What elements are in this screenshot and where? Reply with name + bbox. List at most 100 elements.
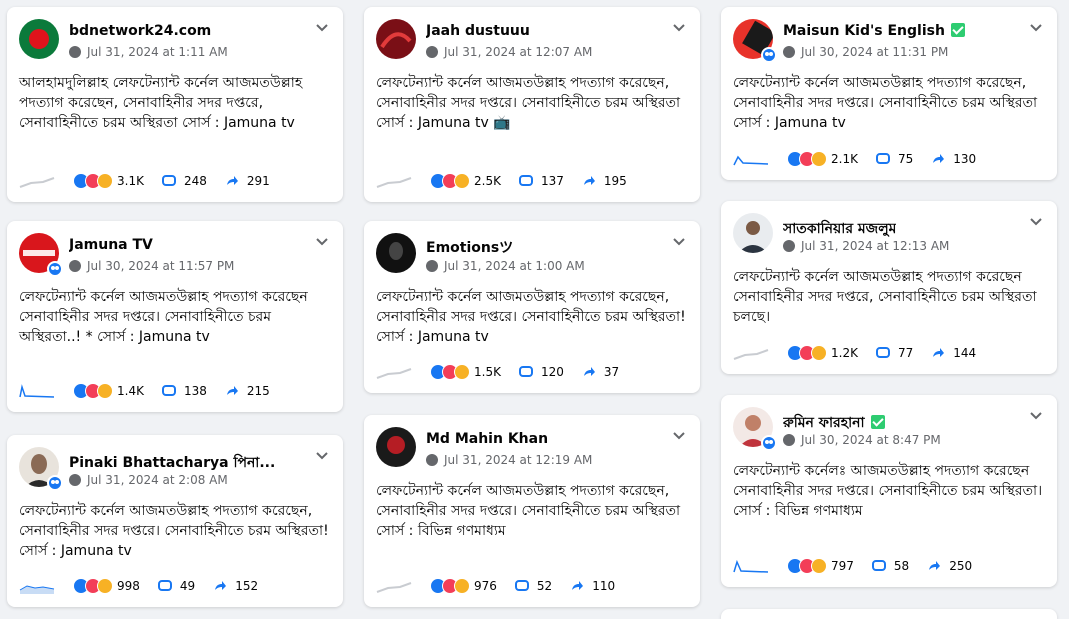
post-text: লেফটেন্যান্ট কর্নেল আজমতউল্লাহ পদত্যাগ ক… [376, 483, 681, 539]
sparkline-icon [733, 349, 769, 360]
chevron-down-icon[interactable] [672, 431, 686, 441]
shares-count[interactable]: 195 [604, 174, 627, 188]
post-date[interactable]: Jul 31, 2024 at 1:11 AM [87, 45, 228, 59]
globe-icon [783, 434, 795, 446]
post-author-name[interactable]: Maisun Kid's English [783, 23, 945, 39]
chevron-down-icon[interactable] [1029, 411, 1043, 421]
reactions-count[interactable]: 998 [117, 579, 140, 593]
reactions-count[interactable]: 976 [474, 579, 497, 593]
avatar[interactable] [376, 427, 416, 467]
post-meta: Jul 31, 2024 at 12:07 AM [426, 45, 592, 59]
post-author[interactable]: Jaah dustuuu [426, 23, 530, 39]
post-date[interactable]: Jul 31, 2024 at 12:13 AM [801, 239, 949, 253]
post-card[interactable]: bdnetwork24.com Jul 31, 2024 at 1:11 AM … [7, 7, 343, 202]
post-card[interactable]: Maisun Kid's English Jul 30, 2024 at 11:… [721, 7, 1057, 180]
comments-count[interactable]: 248 [184, 174, 207, 188]
shares-count[interactable]: 144 [953, 346, 976, 360]
post-author[interactable]: Md Mahin Khan [426, 431, 548, 447]
reactions-icon [430, 578, 470, 594]
post-meta: Jul 31, 2024 at 12:19 AM [426, 453, 592, 467]
comments-count[interactable]: 138 [184, 384, 207, 398]
comment-icon [875, 347, 890, 358]
shares-count[interactable]: 152 [235, 579, 258, 593]
shares-count[interactable]: 291 [247, 174, 270, 188]
avatar[interactable] [19, 19, 59, 59]
post-stats: 2.1K 75 130 [733, 150, 994, 168]
sparkline-icon [733, 559, 769, 573]
post-date[interactable]: Jul 31, 2024 at 12:07 AM [444, 45, 592, 59]
post-author[interactable]: Emotionsツ [426, 237, 513, 257]
chevron-down-icon[interactable] [672, 237, 686, 247]
shares-count[interactable]: 130 [953, 152, 976, 166]
post-card[interactable] [721, 609, 1057, 619]
comments-count[interactable]: 49 [180, 579, 195, 593]
post-card[interactable]: Pinaki Bhattacharya পিনা... Jul 31, 2024… [7, 435, 343, 607]
post-meta: Jul 31, 2024 at 12:13 AM [783, 239, 949, 253]
chevron-down-icon[interactable] [315, 23, 329, 33]
post-date[interactable]: Jul 31, 2024 at 1:00 AM [444, 259, 585, 273]
post-date[interactable]: Jul 30, 2024 at 11:57 PM [87, 259, 234, 273]
globe-icon [426, 46, 438, 58]
reactions-count[interactable]: 1.5K [474, 365, 501, 379]
reactions-count[interactable]: 1.2K [831, 346, 858, 360]
chevron-down-icon[interactable] [1029, 23, 1043, 33]
post-author[interactable]: Pinaki Bhattacharya পিনা... [69, 451, 275, 475]
post-author[interactable]: Maisun Kid's English [783, 23, 965, 39]
post-author[interactable]: bdnetwork24.com [69, 23, 211, 39]
chevron-down-icon[interactable] [315, 451, 329, 461]
post-stats: 1.4K 138 215 [19, 382, 288, 400]
chevron-down-icon[interactable] [1029, 217, 1043, 227]
post-date[interactable]: Jul 31, 2024 at 12:19 AM [444, 453, 592, 467]
comment-icon [518, 175, 533, 186]
reactions-count[interactable]: 797 [831, 559, 854, 573]
share-icon [215, 581, 227, 590]
post-card[interactable]: Jamuna TV Jul 30, 2024 at 11:57 PM লেফটে… [7, 221, 343, 412]
comments-count[interactable]: 77 [898, 346, 913, 360]
reactions-count[interactable]: 1.4K [117, 384, 144, 398]
post-date[interactable]: Jul 30, 2024 at 8:47 PM [801, 433, 941, 447]
reactions-count[interactable]: 2.1K [831, 152, 858, 166]
post-author[interactable]: রুমিন ফারহানা [783, 411, 885, 435]
post-card[interactable]: রুমিন ফারহানা Jul 30, 2024 at 8:47 PM লে… [721, 395, 1057, 587]
post-card[interactable]: Emotionsツ Jul 31, 2024 at 1:00 AM লেফটেন… [364, 221, 700, 393]
comments-count[interactable]: 137 [541, 174, 564, 188]
post-card[interactable]: Md Mahin Khan Jul 31, 2024 at 12:19 AM ল… [364, 415, 700, 607]
post-card[interactable]: Jaah dustuuu Jul 31, 2024 at 12:07 AM লে… [364, 7, 700, 202]
post-author[interactable]: Jamuna TV [69, 237, 153, 253]
post-card[interactable]: সাতকানিয়ার মজলুম Jul 31, 2024 at 12:13 … [721, 201, 1057, 374]
verified-icon [950, 23, 965, 37]
shares-count[interactable]: 37 [604, 365, 619, 379]
chevron-down-icon[interactable] [315, 237, 329, 247]
shares-count[interactable]: 110 [592, 579, 615, 593]
comments-count[interactable]: 75 [898, 152, 913, 166]
post-date[interactable]: Jul 31, 2024 at 2:08 AM [87, 473, 228, 487]
sparkline-icon [19, 585, 55, 594]
globe-icon [783, 240, 795, 252]
comments-count[interactable]: 58 [894, 559, 909, 573]
group-icon [761, 47, 777, 63]
comments-count[interactable]: 52 [537, 579, 552, 593]
post-date[interactable]: Jul 30, 2024 at 11:31 PM [801, 45, 948, 59]
post-meta: Jul 30, 2024 at 11:57 PM [69, 259, 234, 273]
shares-count[interactable]: 215 [247, 384, 270, 398]
reactions-icon [430, 173, 470, 189]
post-stats: 797 58 250 [733, 557, 990, 575]
reactions-count[interactable]: 3.1K [117, 174, 144, 188]
reactions-count[interactable]: 2.5K [474, 174, 501, 188]
post-text: লেফটেন্যান্ট কর্নেল আজমতউল্লাহ পদত্যাগ ক… [376, 75, 681, 131]
post-author[interactable]: সাতকানিয়ার মজলুম [783, 217, 896, 241]
chevron-down-icon[interactable] [672, 23, 686, 33]
comments-count[interactable]: 120 [541, 365, 564, 379]
post-meta: Jul 30, 2024 at 8:47 PM [783, 433, 941, 447]
avatar[interactable] [376, 233, 416, 273]
shares-count[interactable]: 250 [949, 559, 972, 573]
group-icon [47, 261, 63, 277]
avatar[interactable] [376, 19, 416, 59]
group-icon [47, 475, 63, 491]
sparkline-icon [376, 368, 412, 379]
avatar[interactable] [733, 213, 773, 253]
post-author-name[interactable]: রুমিন ফারহানা [783, 415, 865, 431]
group-icon [761, 435, 777, 451]
comment-icon [157, 580, 172, 591]
reactions-icon [73, 578, 113, 594]
